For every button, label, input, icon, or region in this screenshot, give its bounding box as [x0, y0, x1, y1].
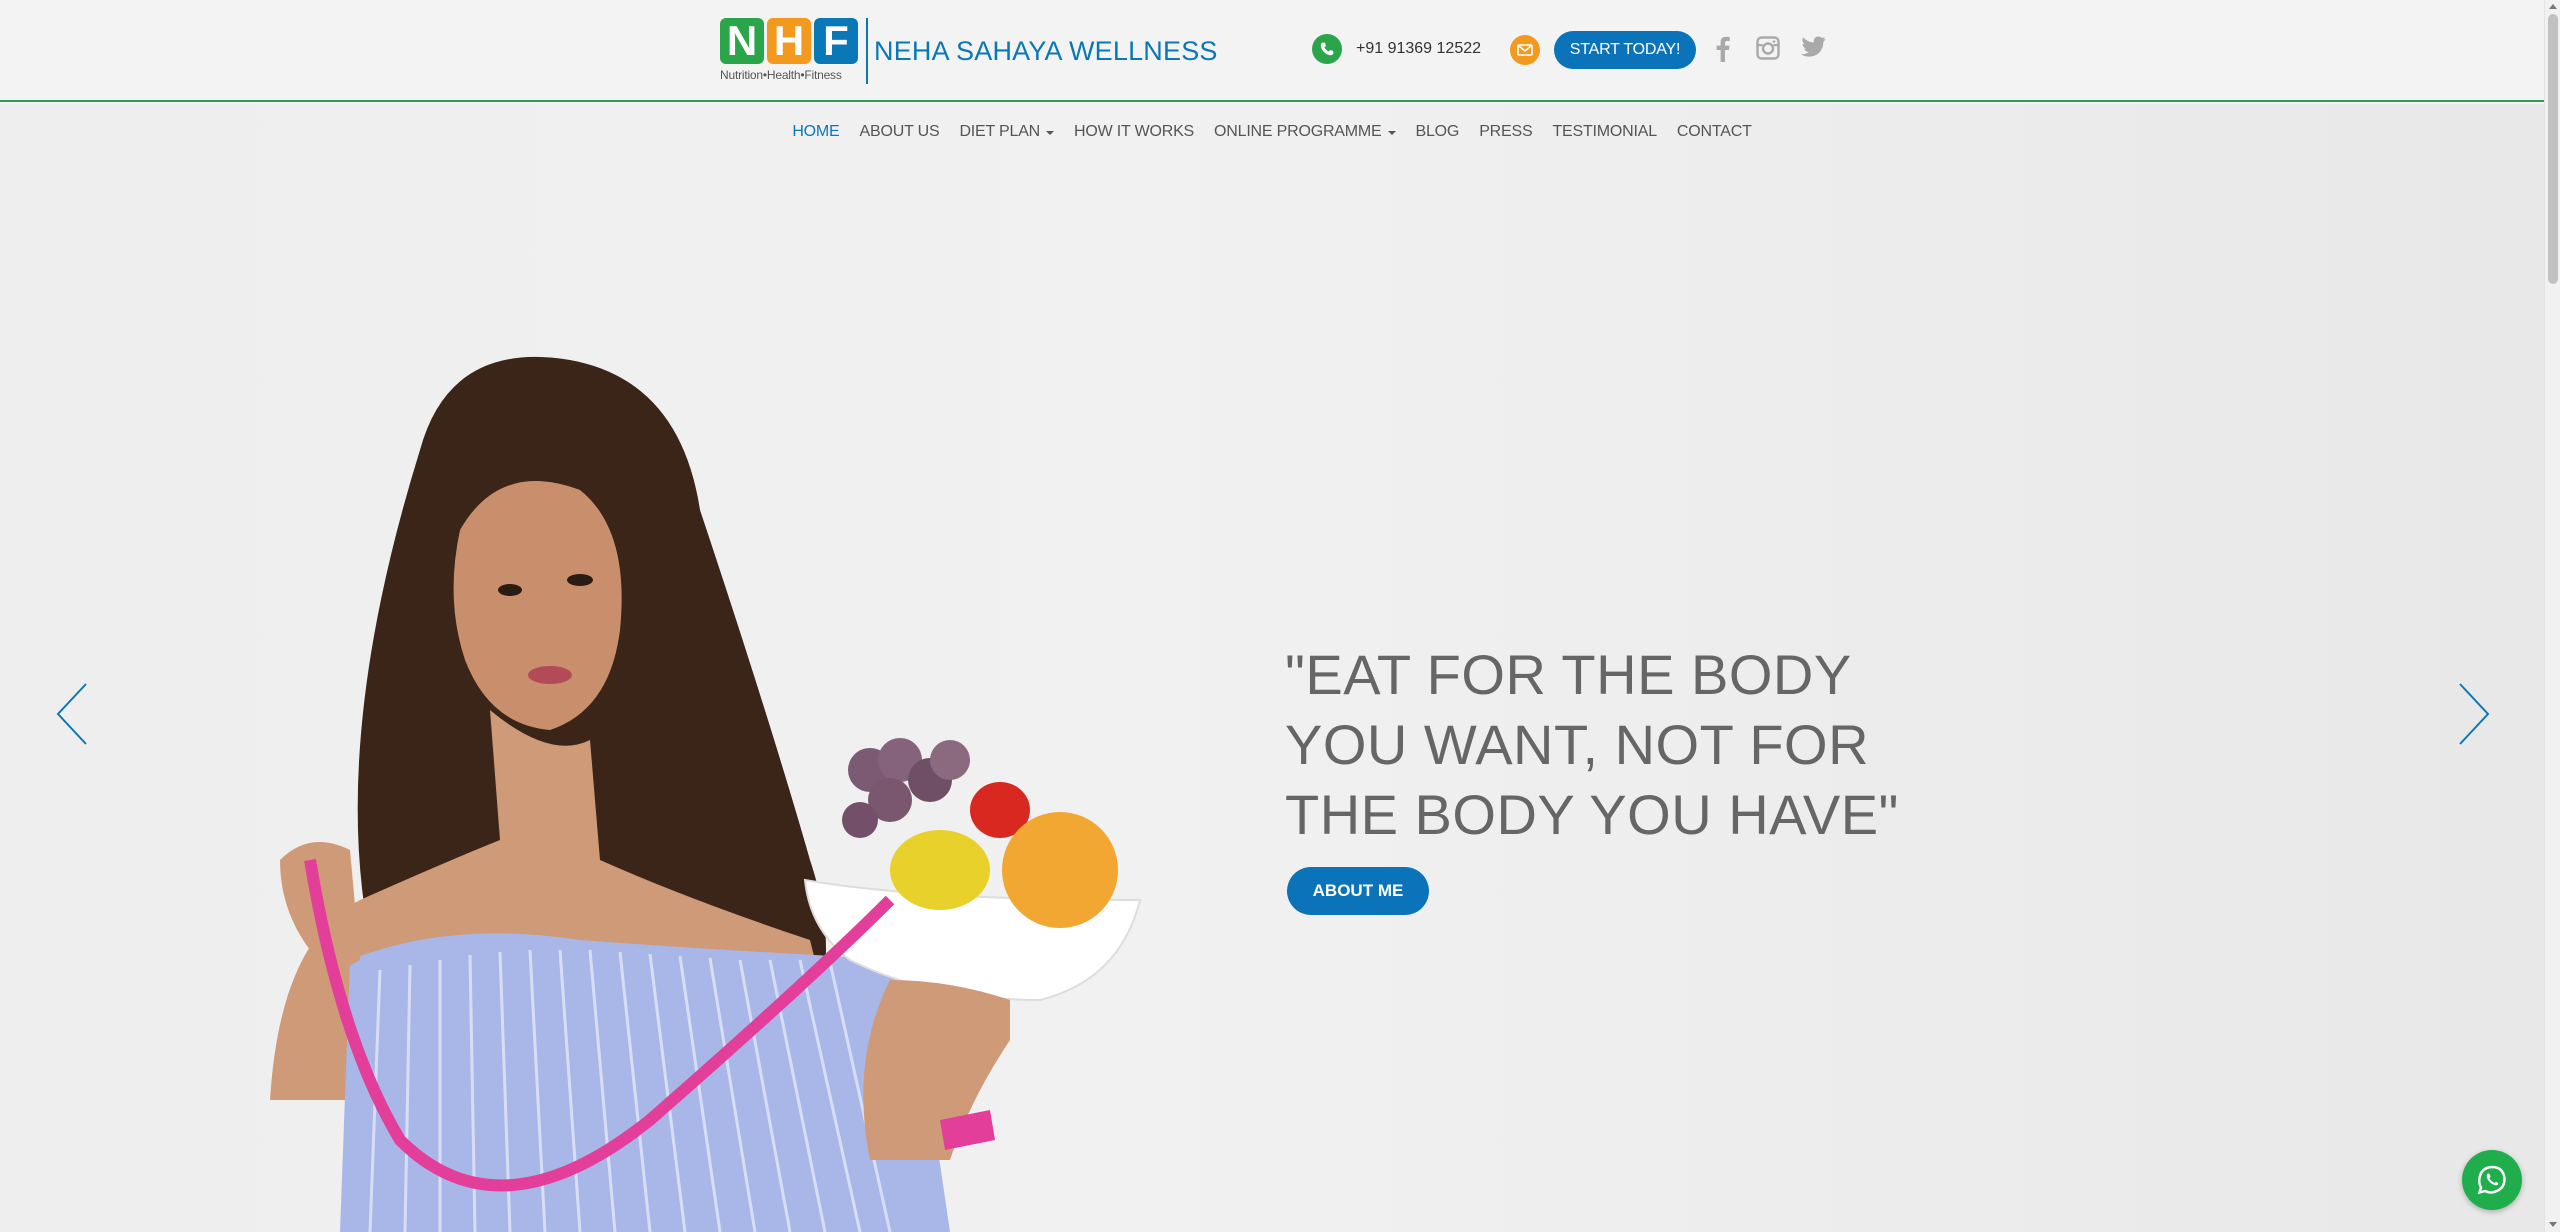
- nav-item-label: ONLINE PROGRAMME: [1214, 123, 1382, 140]
- page-scrollbar[interactable]: [2544, 0, 2560, 1232]
- site-logo[interactable]: N H F Nutrition•Health•Fitness NEHA SAHA…: [720, 18, 1218, 84]
- nav-item-label: CONTACT: [1676, 123, 1752, 140]
- nav-item-blog[interactable]: BLOG: [1416, 123, 1460, 141]
- mail-icon[interactable]: [1510, 35, 1540, 65]
- nav-item-home[interactable]: HOME: [792, 123, 839, 141]
- nav-item-testimonial[interactable]: TESTIMONIAL: [1552, 123, 1657, 141]
- scroll-up-arrow[interactable]: [2549, 4, 2557, 9]
- nav-item-label: DIET PLAN: [959, 123, 1041, 140]
- scroll-down-arrow[interactable]: [2549, 1222, 2557, 1227]
- nav-item-label: ABOUT US: [859, 123, 940, 140]
- phone-number[interactable]: +91 91369 12522: [1356, 40, 1481, 58]
- phone-contact[interactable]: +91 91369 12522: [1312, 34, 1481, 64]
- main-nav: HOME ABOUT US DIET PLAN HOW IT WORKS ONLINE …: [0, 104, 2544, 160]
- logo-mark: N H F Nutrition•Health•Fitness: [720, 18, 858, 82]
- logo-divider: [866, 18, 868, 84]
- nav-item-how-it-works[interactable]: HOW IT WORKS: [1074, 123, 1194, 141]
- start-today-button[interactable]: START TODAY!: [1554, 31, 1696, 69]
- nav-item-label: HOW IT WORKS: [1074, 123, 1195, 140]
- facebook-icon[interactable]: [1716, 36, 1730, 69]
- caret-down-icon: [1387, 131, 1396, 135]
- nav-item-press[interactable]: PRESS: [1479, 123, 1532, 141]
- logo-letter-h: H: [767, 18, 811, 64]
- nav-item-diet-plan[interactable]: DIET PLAN: [959, 123, 1055, 141]
- nav-item-about-us[interactable]: ABOUT US: [860, 123, 940, 141]
- hero-quote-line: YOU WANT, NOT FOR: [1285, 713, 1870, 776]
- hero-quote-line: THE BODY YOU HAVE": [1285, 783, 1899, 846]
- nav-item-label: BLOG: [1415, 123, 1460, 140]
- brand-name: NEHA SAHAYA WELLNESS: [874, 36, 1218, 66]
- chevron-left-icon[interactable]: [54, 682, 90, 746]
- hero-quote-line: "EAT FOR THE BODY: [1285, 643, 1852, 706]
- caret-down-icon: [1046, 131, 1055, 135]
- nav-item-label: HOME: [792, 123, 840, 140]
- nav-item-contact[interactable]: CONTACT: [1677, 123, 1752, 141]
- logo-letter-n: N: [720, 18, 764, 64]
- whatsapp-icon[interactable]: [2462, 1150, 2522, 1210]
- hero-quote: "EAT FOR THE BODY YOU WANT, NOT FOR THE …: [1285, 640, 1899, 850]
- logo-tagline: Nutrition•Health•Fitness: [720, 68, 842, 82]
- nav-item-online-programme[interactable]: ONLINE PROGRAMME: [1214, 123, 1396, 141]
- instagram-icon[interactable]: [1756, 36, 1780, 67]
- header-bar: N H F Nutrition•Health•Fitness NEHA SAHA…: [0, 0, 2544, 102]
- twitter-icon[interactable]: [1800, 36, 1826, 65]
- hero-woman-image: [250, 340, 1170, 1232]
- nav-item-label: TESTIMONIAL: [1552, 123, 1657, 140]
- about-me-button[interactable]: ABOUT ME: [1287, 867, 1429, 915]
- chevron-right-icon[interactable]: [2456, 682, 2492, 746]
- logo-letter-f: F: [814, 18, 858, 64]
- scrollbar-thumb[interactable]: [2548, 14, 2558, 284]
- nav-item-label: PRESS: [1479, 123, 1533, 140]
- phone-icon: [1312, 34, 1342, 64]
